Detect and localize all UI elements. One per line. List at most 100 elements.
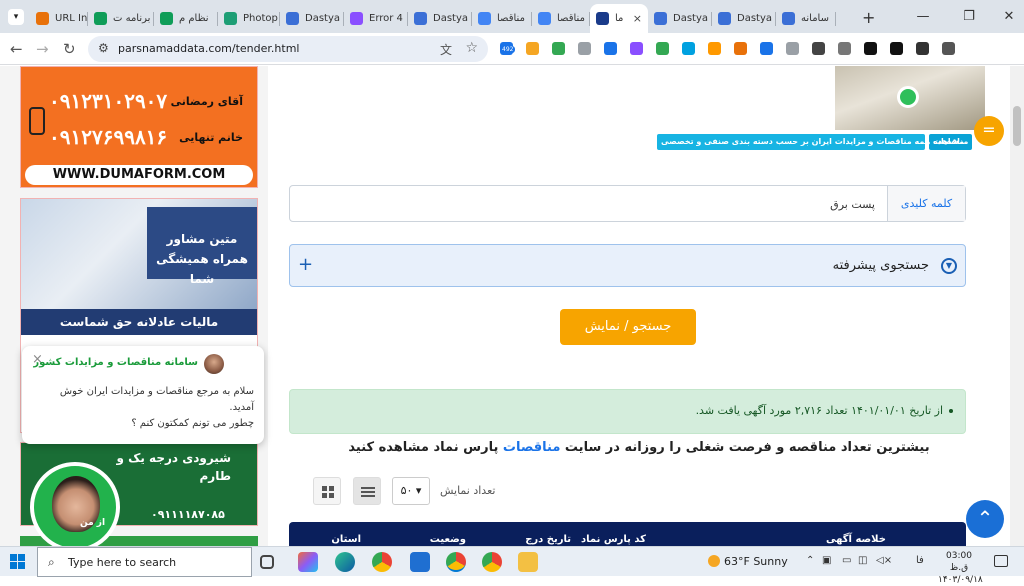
browser-tab[interactable]: ما × bbox=[590, 4, 648, 33]
advanced-search-label: جستجوی پیشرفته bbox=[832, 258, 929, 273]
new-tab-button[interactable]: + bbox=[862, 8, 875, 27]
main-content: مناقصات مشاهده همه مناقصات و مزایدات ایر… bbox=[268, 66, 1010, 546]
ad1-phone1: ۰۹۱۲۳۱۰۲۹۰۷ bbox=[49, 89, 168, 113]
browser-tab[interactable]: برنامه ت bbox=[88, 4, 154, 33]
menu-toggle-button[interactable]: = bbox=[974, 116, 1004, 146]
reload-icon[interactable]: ↻ bbox=[63, 40, 76, 58]
taskbar-search[interactable]: ⌕ Type here to search bbox=[37, 547, 252, 577]
extension-icon[interactable] bbox=[552, 42, 565, 55]
browser-tab[interactable]: Error 4 bbox=[344, 4, 408, 33]
advanced-search-panel[interactable]: ▼ جستجوی پیشرفته + bbox=[289, 244, 966, 287]
keyword-input[interactable] bbox=[375, 194, 875, 214]
close-tab-icon[interactable]: × bbox=[627, 12, 642, 25]
address-bar[interactable]: ⚙ parsnamaddata.com/tender.html 文 ☆ bbox=[88, 36, 488, 62]
tray-chevron-icon[interactable]: ⌃ bbox=[806, 555, 814, 566]
browser-tab[interactable]: Dastya bbox=[408, 4, 472, 33]
extension-icon[interactable] bbox=[890, 42, 903, 55]
extension-icon[interactable] bbox=[838, 42, 851, 55]
file-explorer-icon[interactable] bbox=[518, 552, 538, 572]
chat-launcher-avatar[interactable]: از من bbox=[30, 462, 120, 546]
result-alert: از تاریخ ۱۴۰۱/۰۱/۰۱ تعداد ۲,۷۱۶ مورد آگه… bbox=[289, 389, 966, 434]
windows-taskbar: ⌕ Type here to search 63°F Sunny ⌃ ▣ ▭ ◫… bbox=[0, 546, 1024, 585]
tab-favicon-icon bbox=[718, 12, 731, 25]
browser-tab[interactable]: URL Ins bbox=[30, 4, 88, 33]
tab-favicon-icon bbox=[224, 12, 237, 25]
copilot-icon[interactable] bbox=[298, 552, 318, 572]
extension-icon[interactable] bbox=[656, 42, 669, 55]
extension-icon[interactable] bbox=[864, 42, 877, 55]
chrome-active-icon[interactable] bbox=[446, 552, 466, 572]
grid-icon bbox=[322, 486, 334, 498]
windows-start-icon[interactable] bbox=[10, 554, 26, 570]
browser-tab[interactable]: Dastya bbox=[280, 4, 344, 33]
chat-message-line1: سلام به مرجع مناقصات و مزایدات ایران خوش… bbox=[59, 386, 254, 413]
extension-icon[interactable] bbox=[916, 42, 929, 55]
chat-message-line2: چطور می تونم کمکتون کنم ؟ bbox=[131, 418, 254, 429]
volume-icon[interactable]: ◁× bbox=[876, 555, 892, 566]
category-description[interactable]: مشاهده همه مناقصات و مزایدات ایران بر حس… bbox=[657, 134, 964, 150]
translate-icon[interactable]: 文 bbox=[440, 41, 452, 58]
browser-tab[interactable]: Dastya bbox=[712, 4, 776, 33]
extension-icon[interactable] bbox=[786, 42, 799, 55]
bookmark-star-icon[interactable]: ☆ bbox=[465, 40, 478, 56]
chrome-profile-icon[interactable] bbox=[482, 552, 502, 572]
battery-icon[interactable]: ◫ bbox=[858, 555, 867, 566]
extension-icon[interactable] bbox=[760, 42, 773, 55]
ad2-line2: همراه همیشگی شما bbox=[156, 252, 248, 286]
hero-image bbox=[835, 66, 985, 130]
scrollbar-thumb[interactable] bbox=[1013, 106, 1021, 146]
forward-icon[interactable]: → bbox=[36, 40, 49, 58]
browser-tab[interactable]: نظام م bbox=[154, 4, 218, 33]
scroll-to-top-button[interactable]: ⌃ bbox=[966, 500, 1004, 538]
tray-app-icon[interactable]: ▣ bbox=[822, 555, 831, 566]
extension-icon[interactable] bbox=[734, 42, 747, 55]
browser-tab[interactable]: Photop bbox=[218, 4, 280, 33]
chat-avatar bbox=[204, 354, 224, 374]
browser-tab[interactable]: Dastya bbox=[648, 4, 712, 33]
notification-icon[interactable] bbox=[994, 555, 1008, 567]
extension-icon[interactable] bbox=[578, 42, 591, 55]
tab-favicon-icon bbox=[414, 12, 427, 25]
chrome-icon[interactable] bbox=[372, 552, 392, 572]
browser-tab[interactable]: مناقصا bbox=[472, 4, 532, 33]
weather-widget[interactable]: 63°F Sunny bbox=[708, 555, 788, 568]
expand-plus-icon[interactable]: + bbox=[298, 254, 313, 275]
tab-search-dropdown[interactable]: ▾ bbox=[8, 9, 24, 25]
minimize-button[interactable]: — bbox=[900, 0, 946, 33]
extension-icon[interactable] bbox=[708, 42, 721, 55]
col-province: استان bbox=[331, 534, 361, 545]
weather-temp: 63°F bbox=[724, 555, 750, 568]
task-view-icon[interactable] bbox=[260, 555, 274, 569]
ad-dumaform[interactable]: آقای رمضانی ۰۹۱۲۳۱۰۲۹۰۷ خانم تنهایی ۰۹۱۲… bbox=[20, 66, 258, 188]
edge-icon[interactable] bbox=[335, 552, 355, 572]
tab-favicon-icon bbox=[350, 12, 363, 25]
grid-view-button[interactable] bbox=[313, 477, 341, 505]
ad3-line1: شیرودی درجه یک و bbox=[116, 451, 231, 465]
sun-icon bbox=[708, 555, 720, 567]
browser-tab[interactable]: مناقصا bbox=[532, 4, 590, 33]
extension-icon[interactable] bbox=[942, 42, 955, 55]
headline-link[interactable]: مناقصات bbox=[503, 440, 561, 455]
close-window-button[interactable]: ✕ bbox=[986, 0, 1024, 33]
ad1-website: WWW.DUMAFORM.COM bbox=[25, 165, 253, 185]
list-view-button[interactable] bbox=[353, 477, 381, 505]
chat-popup[interactable]: × سامانه مناقصات و مزایدات کشور سلام به … bbox=[22, 346, 264, 444]
extension-icon[interactable] bbox=[526, 42, 539, 55]
network-icon[interactable]: ▭ bbox=[842, 555, 851, 566]
back-icon[interactable]: ← bbox=[10, 40, 23, 58]
url-text[interactable]: parsnamaddata.com/tender.html bbox=[118, 42, 299, 55]
extension-icon[interactable] bbox=[604, 42, 617, 55]
extension-icon[interactable] bbox=[812, 42, 825, 55]
extension-icon[interactable] bbox=[682, 42, 695, 55]
ad2-line1: متین مشاور bbox=[166, 232, 238, 246]
site-info-icon[interactable]: ⚙ bbox=[98, 41, 109, 55]
page-scrollbar[interactable] bbox=[1010, 66, 1024, 546]
language-indicator[interactable]: فا bbox=[916, 555, 924, 566]
app-blue-icon[interactable] bbox=[410, 552, 430, 572]
tab-favicon-icon bbox=[160, 12, 173, 25]
per-page-select[interactable]: ۵۰ ▾ bbox=[392, 477, 430, 505]
extension-icon[interactable] bbox=[630, 42, 643, 55]
search-button[interactable]: جستجو / نمایش bbox=[560, 309, 696, 345]
clock[interactable]: 03:00 ق.ظ ۱۴۰۳/۰۹/۱۸ bbox=[938, 550, 983, 586]
browser-tab[interactable]: سامانه bbox=[776, 4, 836, 33]
